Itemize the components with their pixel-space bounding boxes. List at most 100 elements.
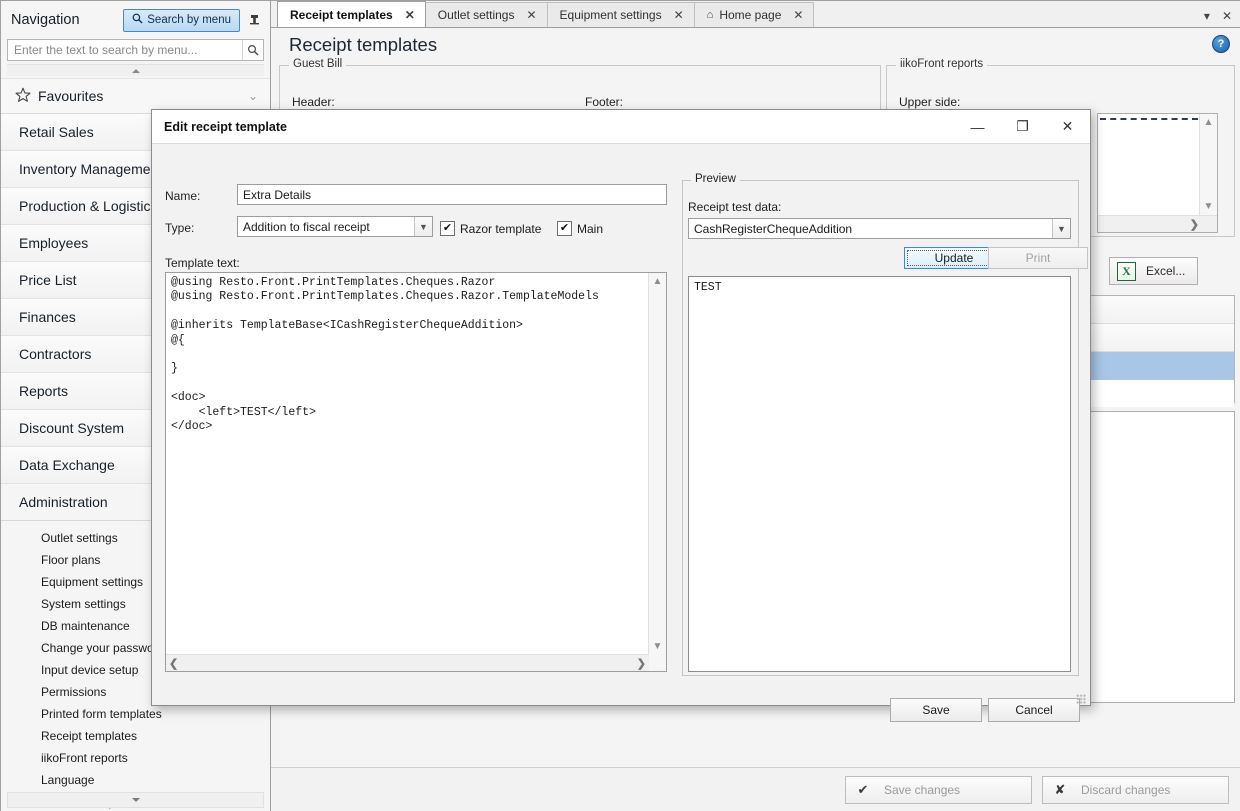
razor-template-checkbox[interactable]: ✔ Razor template (440, 221, 541, 236)
receipt-test-data-select[interactable]: CashRegisterChequeAddition ▼ (688, 218, 1071, 239)
maximize-icon[interactable]: ❐ (1000, 110, 1045, 143)
cancel-button[interactable]: Cancel (988, 698, 1080, 722)
chevron-down-scroll-icon (132, 798, 140, 802)
type-select-value: Addition to fiscal receipt (238, 220, 414, 234)
header-label: Header: (292, 95, 335, 109)
dialog-body: Name: Type: Addition to fiscal receipt ▼… (152, 144, 1090, 707)
close-icon[interactable]: ✕ (524, 9, 538, 21)
tab-bar-controls: ▾ ✕ (1204, 9, 1240, 27)
template-vertical-scrollbar[interactable]: ▲ ▼ (648, 273, 666, 655)
save-changes-button[interactable]: ✔ Save changes (845, 776, 1032, 804)
scroll-down-icon[interactable]: ▼ (649, 638, 666, 655)
iikofront-reports-title: iikoFront reports (896, 58, 987, 70)
name-input[interactable] (237, 184, 667, 205)
main-label: Main (577, 222, 603, 236)
application-window: Navigation Search by menu (0, 0, 1240, 811)
templates-grid[interactable] (1083, 295, 1235, 403)
menu-scroll-down[interactable] (7, 792, 264, 808)
tab-label: Receipt templates (290, 8, 393, 22)
search-input[interactable] (8, 40, 242, 60)
dialog-title-bar[interactable]: Edit receipt template — ❐ ✕ (152, 110, 1090, 144)
menu-search-row (7, 39, 264, 61)
chevron-down-icon[interactable]: ▼ (414, 217, 432, 236)
razor-template-label: Razor template (460, 222, 541, 236)
table-row[interactable] (1084, 296, 1234, 324)
resize-grip[interactable] (1076, 694, 1086, 704)
scroll-left-icon[interactable]: ❮ (169, 655, 178, 671)
scroll-right-icon[interactable]: ❯ (1190, 216, 1199, 232)
tab-outlet-settings[interactable]: Outlet settings ✕ (425, 2, 548, 27)
save-button[interactable]: Save (890, 698, 982, 722)
receipt-test-data-label: Receipt test data: (688, 200, 781, 214)
tab-bar: Receipt templates ✕ Outlet settings ✕ Eq… (271, 1, 1240, 28)
name-label: Name: (165, 189, 200, 203)
upper-side-label: Upper side: (899, 95, 960, 109)
discard-changes-button[interactable]: ✘ Discard changes (1042, 776, 1229, 804)
close-tab-icon[interactable]: ✕ (1222, 9, 1232, 23)
discard-changes-label: Discard changes (1081, 783, 1170, 797)
scroll-right-icon[interactable]: ❯ (637, 655, 646, 671)
template-text-label: Template text: (165, 256, 240, 270)
close-icon[interactable]: ✕ (791, 9, 805, 21)
page-break-dashed-line (1100, 118, 1198, 120)
scrollbar-corner (649, 655, 666, 671)
close-icon[interactable]: ✕ (1045, 110, 1090, 143)
table-row-selected[interactable] (1084, 352, 1234, 380)
home-icon: ⌂ (707, 9, 714, 21)
scroll-up-icon[interactable]: ▲ (649, 273, 666, 290)
chevron-down-icon[interactable]: ⌄ (248, 89, 258, 103)
navigation-title: Navigation (11, 12, 80, 28)
preview-group-label: Preview (691, 173, 740, 185)
search-submit-icon[interactable] (242, 40, 263, 60)
close-icon[interactable]: ✕ (403, 9, 417, 21)
tab-label: Home page (719, 8, 781, 22)
tab-list-dropdown-icon[interactable]: ▾ (1204, 9, 1210, 23)
dialog-title: Edit receipt template (152, 120, 287, 134)
page-title: Receipt templates (289, 30, 1240, 60)
search-by-menu-label: Search by menu (147, 14, 231, 26)
submenu-item-iikofront-reports[interactable]: iikoFront reports (1, 747, 270, 769)
cancel-button-label: Cancel (1015, 703, 1052, 717)
checkbox-glyph: ✔ (440, 221, 455, 236)
minimize-icon[interactable]: — (955, 110, 1000, 143)
type-label: Type: (165, 221, 194, 235)
edit-receipt-template-dialog: Edit receipt template — ❐ ✕ Name: Type: … (151, 109, 1091, 706)
menu-scroll-up[interactable] (7, 64, 264, 76)
template-text-editor[interactable]: @using Resto.Front.PrintTemplates.Cheque… (165, 272, 667, 672)
footer-label: Footer: (585, 95, 623, 109)
search-by-menu-button[interactable]: Search by menu (123, 9, 240, 32)
close-icon[interactable]: ✕ (672, 9, 686, 21)
pin-icon[interactable] (247, 11, 262, 29)
upper-side-editor-panel[interactable]: ▲ ▼ ❯ (1097, 113, 1218, 233)
tab-home-page[interactable]: ⌂ Home page ✕ (694, 2, 815, 27)
chevron-up-icon (132, 69, 140, 73)
submenu-item-language[interactable]: Language (1, 769, 270, 791)
scroll-up-icon[interactable]: ▲ (1200, 114, 1217, 131)
focus-ring (907, 250, 1001, 266)
submenu-item-receipt-templates[interactable]: Receipt templates (1, 725, 270, 747)
dialog-window-controls: — ❐ ✕ (955, 110, 1090, 143)
checkbox-glyph: ✔ (557, 221, 572, 236)
chevron-down-icon[interactable]: ▼ (1052, 219, 1070, 238)
tab-receipt-templates[interactable]: Receipt templates ✕ (277, 1, 426, 27)
type-select[interactable]: Addition to fiscal receipt ▼ (237, 216, 433, 237)
preview-output-box[interactable]: TEST (688, 276, 1071, 672)
table-row[interactable] (1084, 324, 1234, 352)
print-button[interactable]: Print (988, 247, 1088, 269)
menu-search-wrap (7, 39, 264, 61)
upper-side-horizontal-scrollbar[interactable]: ❯ (1098, 215, 1217, 232)
cross-icon: ✘ (1053, 782, 1067, 798)
help-icon[interactable]: ? (1212, 35, 1230, 53)
guest-bill-title: Guest Bill (289, 58, 346, 70)
template-horizontal-scrollbar[interactable]: ❮ ❯ (166, 654, 649, 671)
save-changes-label: Save changes (884, 783, 960, 797)
tab-equipment-settings[interactable]: Equipment settings ✕ (547, 2, 695, 27)
main-checkbox[interactable]: ✔ Main (557, 221, 603, 236)
save-button-label: Save (922, 703, 949, 717)
scroll-down-icon[interactable]: ▼ (1200, 198, 1217, 215)
favourites-label: Favourites (38, 88, 103, 104)
bottom-action-bar: ✔ Save changes ✘ Discard changes (271, 767, 1240, 811)
table-row[interactable] (1084, 380, 1234, 407)
page-header: Receipt templates ? (271, 28, 1240, 64)
excel-export-button[interactable]: X Excel... (1109, 257, 1198, 285)
